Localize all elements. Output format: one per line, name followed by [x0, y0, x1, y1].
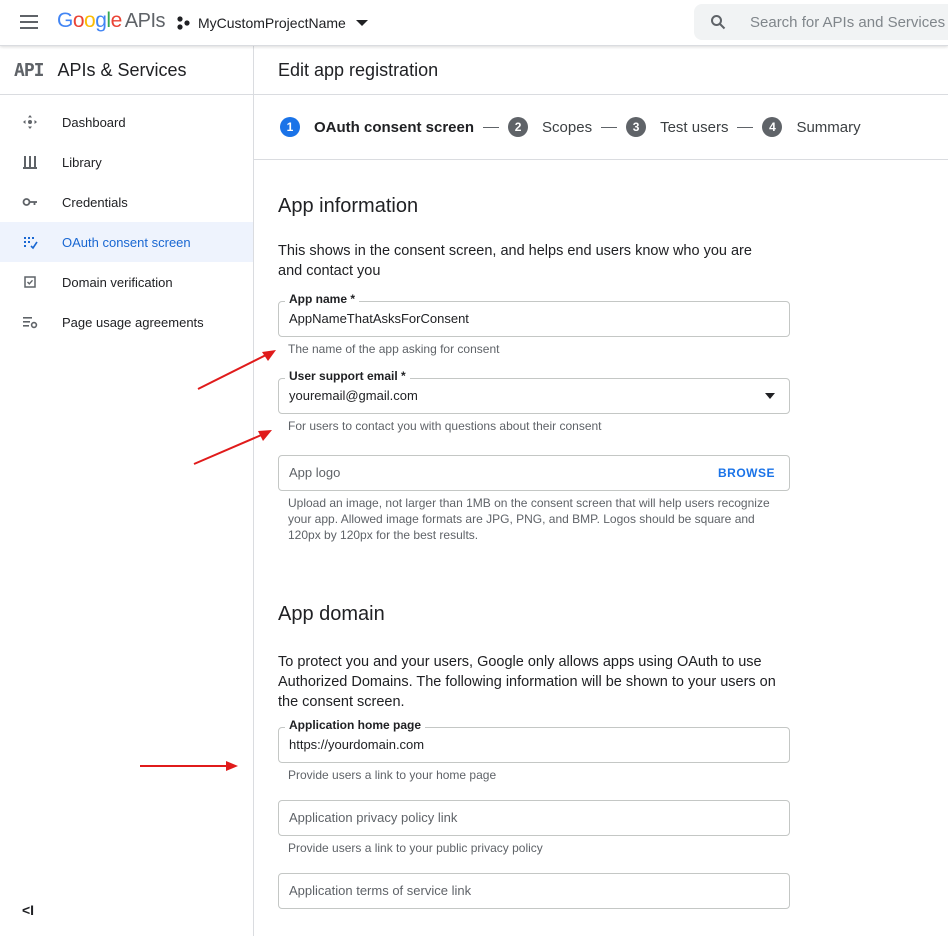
sidebar-item-label: Library — [62, 154, 102, 170]
sidebar-item-label: Dashboard — [62, 114, 126, 130]
google-apis-logo[interactable]: Google APIs — [57, 9, 166, 33]
sidebar-item-label: Domain verification — [62, 274, 173, 290]
main-content: Edit app registration 1 OAuth consent sc… — [254, 46, 948, 936]
application-home-page-hint: Provide users a link to your home page — [288, 768, 497, 782]
step-divider — [601, 126, 618, 128]
sidebar-item-label: Page usage agreements — [62, 314, 204, 330]
step-number: 3 — [626, 117, 647, 137]
application-privacy-policy-field[interactable]: Application privacy policy link — [278, 800, 790, 836]
sidebar-item-library[interactable]: Library — [0, 142, 253, 182]
app-name-hint: The name of the app asking for consent — [288, 342, 500, 356]
dropdown-arrow-icon — [765, 393, 775, 399]
app-domain-heading: App domain — [278, 603, 385, 625]
user-support-email-select[interactable]: User support email * youremail@gmail.com — [278, 369, 790, 414]
chevron-down-icon — [355, 20, 368, 26]
form-content: App information This shows in the consen… — [254, 195, 948, 909]
sidebar-item-oauth-consent-screen[interactable]: OAuth consent screen — [0, 222, 253, 262]
annotation-arrow-app-name — [197, 350, 276, 390]
app-domain-description: To protect you and your users, Google on… — [278, 654, 776, 710]
dashboard-icon — [22, 114, 38, 130]
application-terms-of-service-field[interactable]: Application terms of service link — [278, 873, 790, 909]
step-scopes[interactable]: 2 Scopes — [508, 117, 592, 137]
collapse-sidebar-icon[interactable]: <I — [22, 902, 34, 918]
logo-google-text: Google — [57, 9, 122, 32]
sidebar-item-label: OAuth consent screen — [62, 234, 191, 250]
application-privacy-policy-hint: Provide users a link to your public priv… — [288, 841, 543, 855]
application-home-page-label: Application home page — [285, 718, 426, 732]
step-number: 4 — [762, 117, 783, 137]
app-name-label: App name * — [285, 292, 360, 306]
step-summary[interactable]: 4 Summary — [762, 117, 861, 137]
top-app-bar: Google APIs MyCustomProjectName — [0, 0, 948, 46]
sidebar-item-domain-verification[interactable]: Domain verification — [0, 262, 253, 302]
step-test-users[interactable]: 3 Test users — [626, 117, 728, 137]
project-selector[interactable]: MyCustomProjectName — [176, 11, 368, 35]
step-divider — [737, 126, 754, 128]
sidebar: API APIs & Services Dashboard Library Cr… — [0, 46, 254, 936]
step-label: Scopes — [542, 118, 593, 136]
app-logo-placeholder: App logo — [289, 465, 341, 480]
user-support-email-label: User support email * — [285, 369, 410, 383]
project-name: MyCustomProjectName — [198, 15, 346, 31]
application-terms-of-service-placeholder: Application terms of service link — [289, 883, 472, 898]
application-home-page-field[interactable]: Application home page https://yourdomain… — [278, 718, 790, 763]
search-box — [694, 4, 948, 40]
stepper: 1 OAuth consent screen 2 Scopes 3 Test u… — [254, 95, 948, 160]
step-label: OAuth consent screen — [314, 118, 475, 136]
step-label: Test users — [660, 118, 729, 136]
key-icon — [22, 194, 38, 210]
checkbox-icon — [22, 274, 38, 290]
user-support-email-hint: For users to contact you with questions … — [288, 419, 602, 433]
sidebar-title: APIs & Services — [57, 59, 187, 80]
menu-icon[interactable] — [18, 12, 42, 34]
step-oauth-consent-screen[interactable]: 1 OAuth consent screen — [280, 117, 474, 137]
sidebar-item-page-usage-agreements[interactable]: Page usage agreements — [0, 302, 253, 342]
app-information-heading: App information — [278, 195, 419, 217]
logo-apis-text: APIs — [124, 10, 166, 32]
search-icon[interactable] — [710, 14, 726, 30]
library-icon — [22, 154, 38, 170]
app-name-value: AppNameThatAsksForConsent — [289, 311, 469, 326]
consent-icon — [22, 234, 38, 250]
annotation-arrow-home-page — [140, 761, 238, 771]
user-support-email-value: youremail@gmail.com — [289, 388, 418, 403]
app-logo-field[interactable]: App logo BROWSE — [278, 455, 790, 491]
step-number: 1 — [280, 117, 300, 137]
settings-list-icon — [22, 314, 38, 330]
sidebar-item-label: Credentials — [62, 194, 128, 210]
step-number: 2 — [508, 117, 529, 137]
search-input[interactable] — [750, 10, 948, 34]
sidebar-header: API APIs & Services — [0, 46, 253, 95]
step-divider — [483, 126, 500, 128]
page-title: Edit app registration — [254, 46, 948, 95]
api-logo-icon: API — [14, 59, 44, 81]
app-logo-hint: Upload an image, not larger than 1MB on … — [288, 496, 770, 542]
app-name-field[interactable]: App name * AppNameThatAsksForConsent — [278, 292, 790, 337]
sidebar-item-dashboard[interactable]: Dashboard — [0, 102, 253, 142]
app-information-description: This shows in the consent screen, and he… — [278, 243, 752, 279]
annotation-arrow-support-email — [193, 430, 272, 465]
step-label: Summary — [796, 118, 861, 136]
project-icon — [177, 16, 190, 30]
application-home-page-value: https://yourdomain.com — [289, 737, 425, 752]
sidebar-nav: Dashboard Library Credentials OAuth cons… — [0, 102, 253, 342]
application-privacy-policy-placeholder: Application privacy policy link — [289, 810, 458, 825]
sidebar-item-credentials[interactable]: Credentials — [0, 182, 253, 222]
browse-button[interactable]: BROWSE — [718, 466, 775, 480]
